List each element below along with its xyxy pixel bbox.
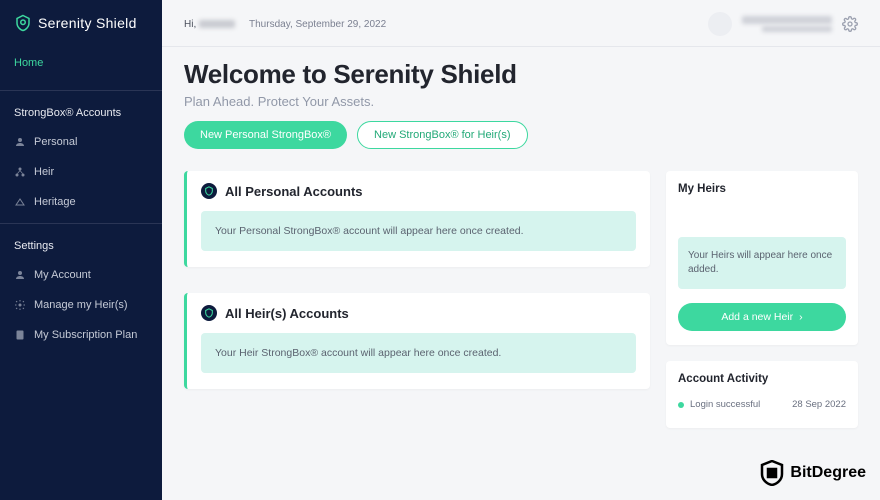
my-heirs-panel: My Heirs Your Heirs will appear here onc… (666, 171, 858, 345)
nav-manage-heirs[interactable]: Manage my Heir(s) (0, 290, 162, 320)
topbar: Hi, Thursday, September 29, 2022 (162, 0, 880, 47)
nav-heading-settings: Settings (0, 230, 162, 260)
panel-head: All Heir(s) Accounts (201, 305, 636, 321)
user-line-1 (742, 16, 832, 24)
avatar[interactable] (708, 12, 732, 36)
shield-icon (201, 183, 217, 199)
heir-accounts-title: All Heir(s) Accounts (225, 306, 349, 321)
gear-icon (14, 299, 26, 311)
heir-empty-message: Your Heir StrongBox® account will appear… (201, 333, 636, 373)
activity-row: Login successful 28 Sep 2022 (678, 395, 846, 414)
new-heir-strongbox-button[interactable]: New StrongBox® for Heir(s) (357, 121, 527, 149)
bitdegree-logo-icon (760, 460, 784, 486)
page-subtitle: Plan Ahead. Protect Your Assets. (184, 94, 858, 109)
arrow-right-icon: › (799, 311, 803, 323)
nav-my-account[interactable]: My Account (0, 260, 162, 290)
current-date: Thursday, September 29, 2022 (249, 19, 386, 30)
nav-manage-heirs-label: Manage my Heir(s) (34, 299, 128, 311)
new-personal-strongbox-button[interactable]: New Personal StrongBox® (184, 121, 347, 149)
watermark: BitDegree (760, 460, 866, 486)
nav-my-account-label: My Account (34, 269, 91, 281)
watermark-text: BitDegree (790, 464, 866, 482)
greeting: Hi, (184, 19, 235, 30)
nav-subscription[interactable]: My Subscription Plan (0, 320, 162, 350)
activity-date: 28 Sep 2022 (792, 399, 846, 410)
account-activity-title: Account Activity (678, 373, 846, 385)
topbar-right (708, 12, 858, 36)
settings-gear-icon[interactable] (842, 16, 858, 32)
user-info-redacted (742, 16, 832, 32)
activity-label: Login successful (690, 399, 760, 410)
nav-divider-2 (0, 223, 162, 224)
account-activity-panel: Account Activity Login successful 28 Sep… (666, 361, 858, 428)
sidebar: Serenity Shield Home StrongBox® Accounts… (0, 0, 162, 500)
brand-logo: Serenity Shield (0, 0, 162, 42)
col-right: My Heirs Your Heirs will appear here onc… (666, 171, 858, 428)
columns: All Personal Accounts Your Personal Stro… (184, 171, 858, 428)
person-icon (14, 136, 26, 148)
status-dot-icon (678, 402, 684, 408)
shield-icon (201, 305, 217, 321)
user-name-redacted (199, 20, 235, 28)
shield-logo-icon (14, 14, 32, 32)
nav-primary: Home (0, 42, 162, 84)
document-icon (14, 329, 26, 341)
nav-personal[interactable]: Personal (0, 127, 162, 157)
add-heir-button[interactable]: Add a new Heir › (678, 303, 846, 331)
nav-subscription-label: My Subscription Plan (34, 329, 137, 341)
cta-row: New Personal StrongBox® New StrongBox® f… (184, 121, 858, 149)
page-title: Welcome to Serenity Shield (184, 59, 858, 90)
nav-home[interactable]: Home (0, 48, 162, 78)
account-icon (14, 269, 26, 281)
nav-heir-label: Heir (34, 166, 54, 178)
personal-empty-message: Your Personal StrongBox® account will ap… (201, 211, 636, 251)
heirs-empty-message: Your Heirs will appear here once added. (678, 237, 846, 289)
nav-personal-label: Personal (34, 136, 77, 148)
panel-head: All Personal Accounts (201, 183, 636, 199)
content-area: Welcome to Serenity Shield Plan Ahead. P… (162, 47, 880, 440)
user-line-2 (762, 26, 832, 32)
nav-heritage[interactable]: Heritage (0, 187, 162, 217)
nav-heading-accounts: StrongBox® Accounts (0, 97, 162, 127)
topbar-left: Hi, Thursday, September 29, 2022 (184, 19, 386, 30)
nav-divider (0, 90, 162, 91)
personal-accounts-title: All Personal Accounts (225, 184, 363, 199)
network-icon (14, 166, 26, 178)
nav-heritage-label: Heritage (34, 196, 76, 208)
main-content: Hi, Thursday, September 29, 2022 Welcome… (162, 0, 880, 500)
greeting-prefix: Hi, (184, 19, 196, 30)
my-heirs-title: My Heirs (678, 183, 846, 195)
personal-accounts-panel: All Personal Accounts Your Personal Stro… (184, 171, 650, 267)
add-heir-label: Add a new Heir (721, 311, 793, 323)
heir-accounts-panel: All Heir(s) Accounts Your Heir StrongBox… (184, 293, 650, 389)
nav-heir[interactable]: Heir (0, 157, 162, 187)
brand-name: Serenity Shield (38, 15, 137, 31)
col-left: All Personal Accounts Your Personal Stro… (184, 171, 650, 428)
heritage-icon (14, 196, 26, 208)
